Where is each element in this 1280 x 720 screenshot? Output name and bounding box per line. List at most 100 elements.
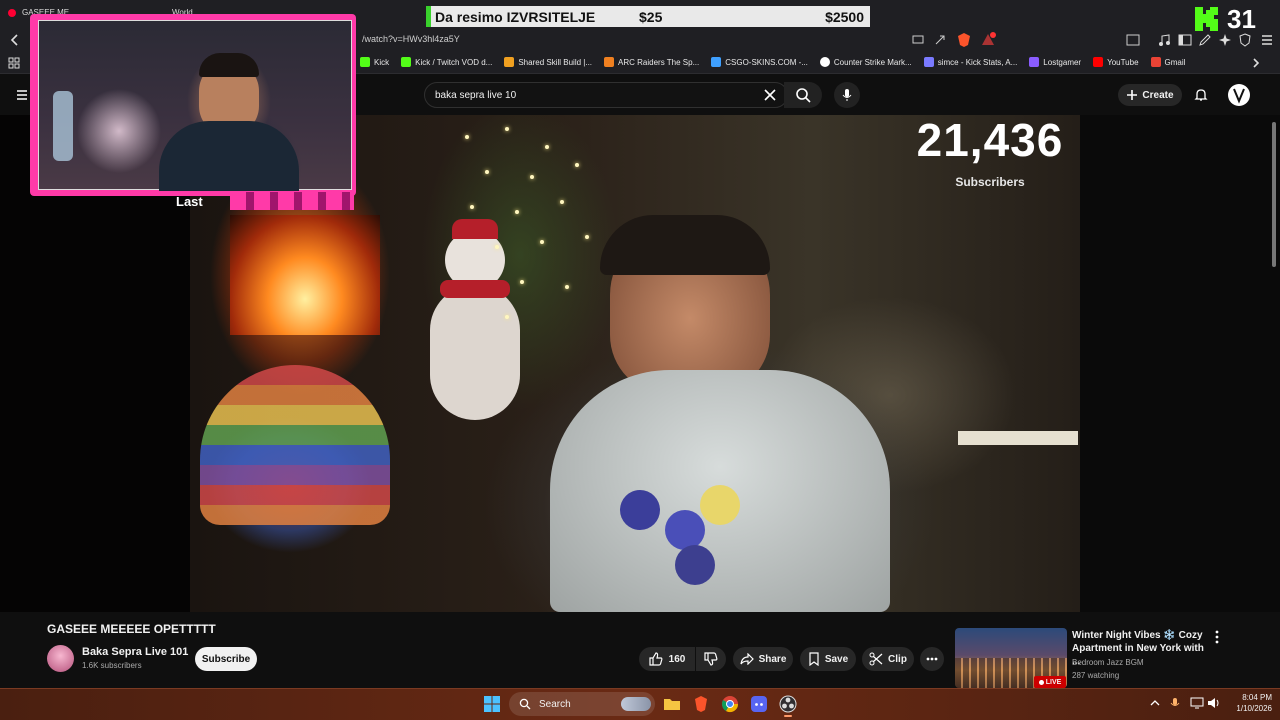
clock-time: 8:04 PM xyxy=(1242,693,1272,702)
shirt-print-dot xyxy=(700,485,740,525)
share-label: Share xyxy=(758,653,787,665)
clip-button[interactable]: Clip xyxy=(862,647,914,671)
obs-icon[interactable] xyxy=(778,694,798,714)
webcam-water-bottle xyxy=(53,91,73,161)
bookmark-kick[interactable]: Kick xyxy=(360,57,389,67)
bookmark-label: simce - Kick Stats, A... xyxy=(937,57,1018,67)
bookmark-skill-build[interactable]: Shared Skill Build |... xyxy=(504,57,592,67)
taskbar-search-icon xyxy=(519,698,531,710)
bookmark-label: Kick xyxy=(374,57,390,67)
like-button[interactable]: 160 xyxy=(639,647,695,671)
guide-menu-icon[interactable] xyxy=(16,89,28,101)
bookmark-gmail[interactable]: Gmail xyxy=(1150,57,1185,67)
url-text[interactable]: /watch?v=HWv3hl4za5Y xyxy=(362,34,460,44)
save-label: Save xyxy=(824,653,849,665)
fireplace-flames xyxy=(230,215,380,335)
live-dot-icon xyxy=(1038,679,1044,685)
bookmark-arc-raiders[interactable]: ARC Raiders The Sp... xyxy=(604,57,699,67)
brave-rewards-icon[interactable] xyxy=(980,32,996,48)
shirt-print-dot xyxy=(620,490,660,530)
notifications-bell-icon[interactable] xyxy=(1193,87,1209,103)
bookmark-kick-vod[interactable]: Kick / Twitch VOD d... xyxy=(401,57,492,67)
bookmarks-list: Kick Kick / Twitch VOD d... Shared Skill… xyxy=(360,57,1197,67)
search-button[interactable] xyxy=(784,82,822,108)
more-horizontal-icon xyxy=(926,657,938,661)
goal-label: Da resimo IZVRSITELJE xyxy=(435,8,596,25)
bookmark-label: Shared Skill Build |... xyxy=(518,57,593,67)
account-avatar[interactable] xyxy=(1228,84,1250,106)
tray-volume-icon[interactable] xyxy=(1207,697,1221,709)
account-logo-icon xyxy=(1233,88,1245,104)
recommended-channel[interactable]: Bedroom Jazz BGM xyxy=(1072,658,1144,667)
scissors-icon xyxy=(869,652,883,666)
tray-chevron-up-icon[interactable] xyxy=(1150,698,1160,708)
brave-shield-icon[interactable] xyxy=(956,32,972,48)
lostgamer-favicon-icon xyxy=(1029,57,1040,67)
taskbar-search[interactable]: Search xyxy=(509,692,655,716)
bookmark-csgo-skins[interactable]: CSGO-SKINS.COM -... xyxy=(711,57,808,67)
cs-market-favicon-icon xyxy=(819,57,830,67)
edit-icon[interactable] xyxy=(1198,33,1212,47)
bookmark-youtube[interactable]: YouTube xyxy=(1093,57,1139,67)
skill-build-favicon-icon xyxy=(504,57,515,67)
back-arrow-icon[interactable] xyxy=(9,34,21,46)
bookmark-lostgamer[interactable]: Lostgamer xyxy=(1029,57,1081,67)
bookmarks-overflow-icon[interactable] xyxy=(1250,57,1262,69)
channel-avatar[interactable] xyxy=(47,645,74,672)
create-button[interactable]: Create xyxy=(1118,84,1182,106)
vpn-shield-icon[interactable] xyxy=(1238,33,1252,47)
share-button[interactable]: Share xyxy=(733,647,793,671)
bookmark-label: ARC Raiders The Sp... xyxy=(618,57,700,67)
dislike-button[interactable] xyxy=(696,647,726,671)
ai-sparkle-icon[interactable] xyxy=(1218,33,1232,47)
shirt-print-dot xyxy=(675,545,715,585)
brave-browser-icon[interactable] xyxy=(691,694,711,714)
file-explorer-icon[interactable] xyxy=(662,694,682,714)
reader-mode-icon[interactable] xyxy=(1126,34,1140,46)
bookmark-simce[interactable]: simce - Kick Stats, A... xyxy=(923,57,1018,67)
bookmark-cs-market[interactable]: Counter Strike Mark... xyxy=(819,57,912,67)
active-app-indicator xyxy=(784,715,792,717)
apps-grid-icon[interactable] xyxy=(8,57,20,69)
channel-subscribers: 1.6K subscribers xyxy=(82,661,142,670)
voice-search-button[interactable] xyxy=(834,82,860,108)
discord-icon[interactable] xyxy=(749,694,769,714)
kick-favicon-icon xyxy=(360,57,370,67)
search-icon xyxy=(796,88,811,103)
christmas-tree-lights xyxy=(445,115,605,355)
media-icon[interactable] xyxy=(1158,33,1172,47)
tray-microphone-icon[interactable] xyxy=(1170,697,1180,709)
save-button[interactable]: Save xyxy=(800,647,856,671)
share-page-icon[interactable] xyxy=(934,34,946,46)
cast-icon[interactable] xyxy=(912,34,924,46)
live-badge: LIVE xyxy=(1034,676,1066,688)
search-query-text: baka sepra live 10 xyxy=(435,89,517,101)
youtube-favicon xyxy=(8,9,16,17)
bookmark-label: YouTube xyxy=(1107,57,1139,67)
scrollbar-thumb[interactable] xyxy=(1272,122,1276,267)
sidebar-icon[interactable] xyxy=(1178,33,1192,47)
microphone-icon xyxy=(842,89,852,101)
donation-goal-bar: Da resimo IZVRSITELJE $25 $2500 xyxy=(426,6,870,27)
bookmark-label: Kick / Twitch VOD d... xyxy=(415,57,493,67)
tray-network-icon[interactable] xyxy=(1190,697,1204,709)
channel-name[interactable]: Baka Sepra Live 101 xyxy=(82,646,188,658)
video-letterbox-right xyxy=(1080,115,1280,612)
chrome-icon[interactable] xyxy=(720,694,740,714)
share-arrow-icon xyxy=(739,653,754,665)
goal-current: $25 xyxy=(639,8,663,25)
search-input[interactable]: baka sepra live 10 xyxy=(424,82,788,108)
subscribe-button[interactable]: Subscribe xyxy=(195,647,257,671)
live-label: LIVE xyxy=(1045,678,1062,686)
recommended-menu-icon[interactable] xyxy=(1214,630,1220,644)
windows-start-icon[interactable] xyxy=(484,696,500,712)
taskbar-clock[interactable]: 8:04 PM 1/10/2026 xyxy=(1222,692,1272,714)
like-count: 160 xyxy=(668,653,686,665)
clear-search-icon[interactable] xyxy=(764,89,776,101)
subscriber-count: 21,436 xyxy=(916,114,1064,166)
menu-hamburger-icon[interactable] xyxy=(1260,33,1274,47)
kick-count: 31 xyxy=(1227,3,1256,34)
more-actions-button[interactable] xyxy=(920,647,944,671)
thumbs-down-icon xyxy=(704,652,718,666)
create-label: Create xyxy=(1142,89,1174,101)
